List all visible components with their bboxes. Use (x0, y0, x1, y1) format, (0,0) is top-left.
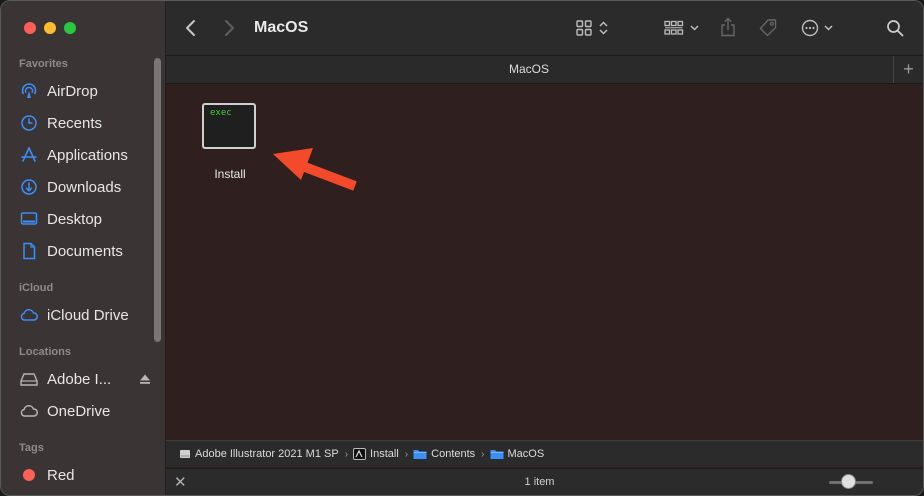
sidebar-item-onedrive[interactable]: OneDrive (19, 399, 155, 423)
exec-file-icon: exec (202, 103, 256, 149)
sidebar-item-label: Downloads (47, 178, 122, 196)
cloud-icon (19, 305, 39, 325)
cloud-icon (19, 401, 39, 421)
sidebar-item-adobe-installer[interactable]: Adobe I... (19, 367, 155, 391)
path-crumb[interactable]: Contents (413, 448, 475, 460)
item-count: 1 item (524, 476, 555, 488)
sidebar-item-label: Applications (47, 146, 128, 164)
path-crumb[interactable]: MacOS (490, 448, 545, 460)
sidebar-item-label: iCloud Drive (47, 306, 129, 324)
eject-icon[interactable] (139, 373, 151, 385)
path-crumb-label: Contents (431, 448, 476, 460)
folder-icon (413, 448, 427, 460)
sidebar-item-label: OneDrive (47, 402, 111, 420)
tab-bar: MacOS + (166, 56, 923, 84)
action-menu-button[interactable] (801, 19, 833, 37)
sidebar-item-label: Desktop (47, 210, 103, 228)
sidebar-item-label: Adobe I... (47, 370, 112, 388)
sidebar-item-icloud-drive[interactable]: iCloud Drive (19, 303, 155, 327)
sidebar-item-label: Recents (47, 114, 103, 132)
sidebar-item-label: AirDrop (47, 82, 98, 100)
tag-button[interactable] (758, 18, 778, 38)
path-crumb[interactable]: Adobe Illustrator 2021 M1 SP (179, 448, 339, 460)
forward-button[interactable] (222, 18, 236, 38)
search-icon (886, 19, 904, 37)
path-crumb[interactable]: Install (353, 448, 399, 460)
back-button[interactable] (184, 18, 198, 38)
grid-view-icon (576, 20, 592, 36)
sidebar-item-label: Documents (47, 242, 123, 260)
sidebar-section-icloud: iCloud (19, 282, 54, 294)
file-name: Install (214, 167, 246, 181)
tab-macos[interactable]: MacOS (166, 62, 892, 76)
folder-icon (490, 448, 504, 460)
sidebar-scrollbar[interactable] (154, 58, 161, 342)
group-by-button[interactable] (664, 20, 699, 36)
window-title: MacOS (254, 19, 309, 36)
desktop-icon (19, 209, 39, 229)
sidebar: Favorites AirDrop Recents Applications D… (1, 1, 166, 495)
sidebar-item-downloads[interactable]: Downloads (19, 175, 155, 199)
chevron-right-icon: › (481, 448, 485, 460)
chevron-down-icon (824, 24, 833, 32)
sidebar-section-favorites: Favorites (19, 58, 68, 70)
group-icon (664, 20, 684, 36)
sidebar-item-tag-red[interactable]: Red (19, 463, 155, 487)
document-icon (19, 241, 39, 261)
exec-icon (353, 448, 367, 460)
chevron-right-icon: › (404, 448, 409, 460)
zoom-window-button[interactable] (64, 22, 76, 34)
search-button[interactable] (886, 19, 904, 37)
red-tag-icon (19, 465, 39, 485)
sidebar-section-locations: Locations (19, 346, 71, 358)
sidebar-item-applications[interactable]: Applications (19, 143, 155, 167)
chevron-updown-icon (599, 20, 608, 36)
sidebar-item-airdrop[interactable]: AirDrop (19, 79, 155, 103)
new-tab-button[interactable]: + (893, 56, 923, 83)
sidebar-item-recents[interactable]: Recents (19, 111, 155, 135)
ellipsis-circle-icon (801, 19, 819, 37)
clock-icon (19, 113, 39, 133)
chevron-down-icon (690, 24, 699, 32)
applications-icon (19, 145, 39, 165)
share-button[interactable] (720, 17, 736, 37)
path-crumb-label: Install (370, 448, 399, 460)
sidebar-section-tags: Tags (19, 442, 44, 454)
annotation-arrow-icon (273, 148, 357, 191)
share-icon (720, 17, 736, 37)
airdrop-icon (19, 81, 39, 101)
status-bar: ✕ 1 item (166, 468, 923, 495)
tag-icon (758, 18, 778, 38)
sidebar-item-label: Red (47, 466, 75, 484)
minimize-window-button[interactable] (44, 22, 56, 34)
drive-icon (179, 448, 191, 460)
file-item[interactable]: exec Install (202, 103, 260, 181)
path-crumb-label: MacOS (507, 448, 545, 460)
download-icon (19, 177, 39, 197)
path-crumb-label: Adobe Illustrator 2021 M1 SP (195, 448, 339, 460)
close-window-button[interactable] (24, 22, 36, 34)
chevron-right-icon: › (344, 448, 349, 460)
finder-window: Favorites AirDrop Recents Applications D… (0, 0, 924, 496)
plus-icon: + (903, 59, 914, 79)
sidebar-item-desktop[interactable]: Desktop (19, 207, 155, 231)
exec-label: exec (210, 108, 232, 118)
sidebar-item-documents[interactable]: Documents (19, 239, 155, 263)
icon-view-toggle[interactable] (576, 20, 608, 36)
drive-icon (19, 369, 39, 389)
toolbar: MacOS (166, 1, 923, 56)
path-bar: Adobe Illustrator 2021 M1 SP › Install ›… (166, 440, 923, 467)
file-browser-content[interactable]: exec Install (166, 84, 923, 439)
